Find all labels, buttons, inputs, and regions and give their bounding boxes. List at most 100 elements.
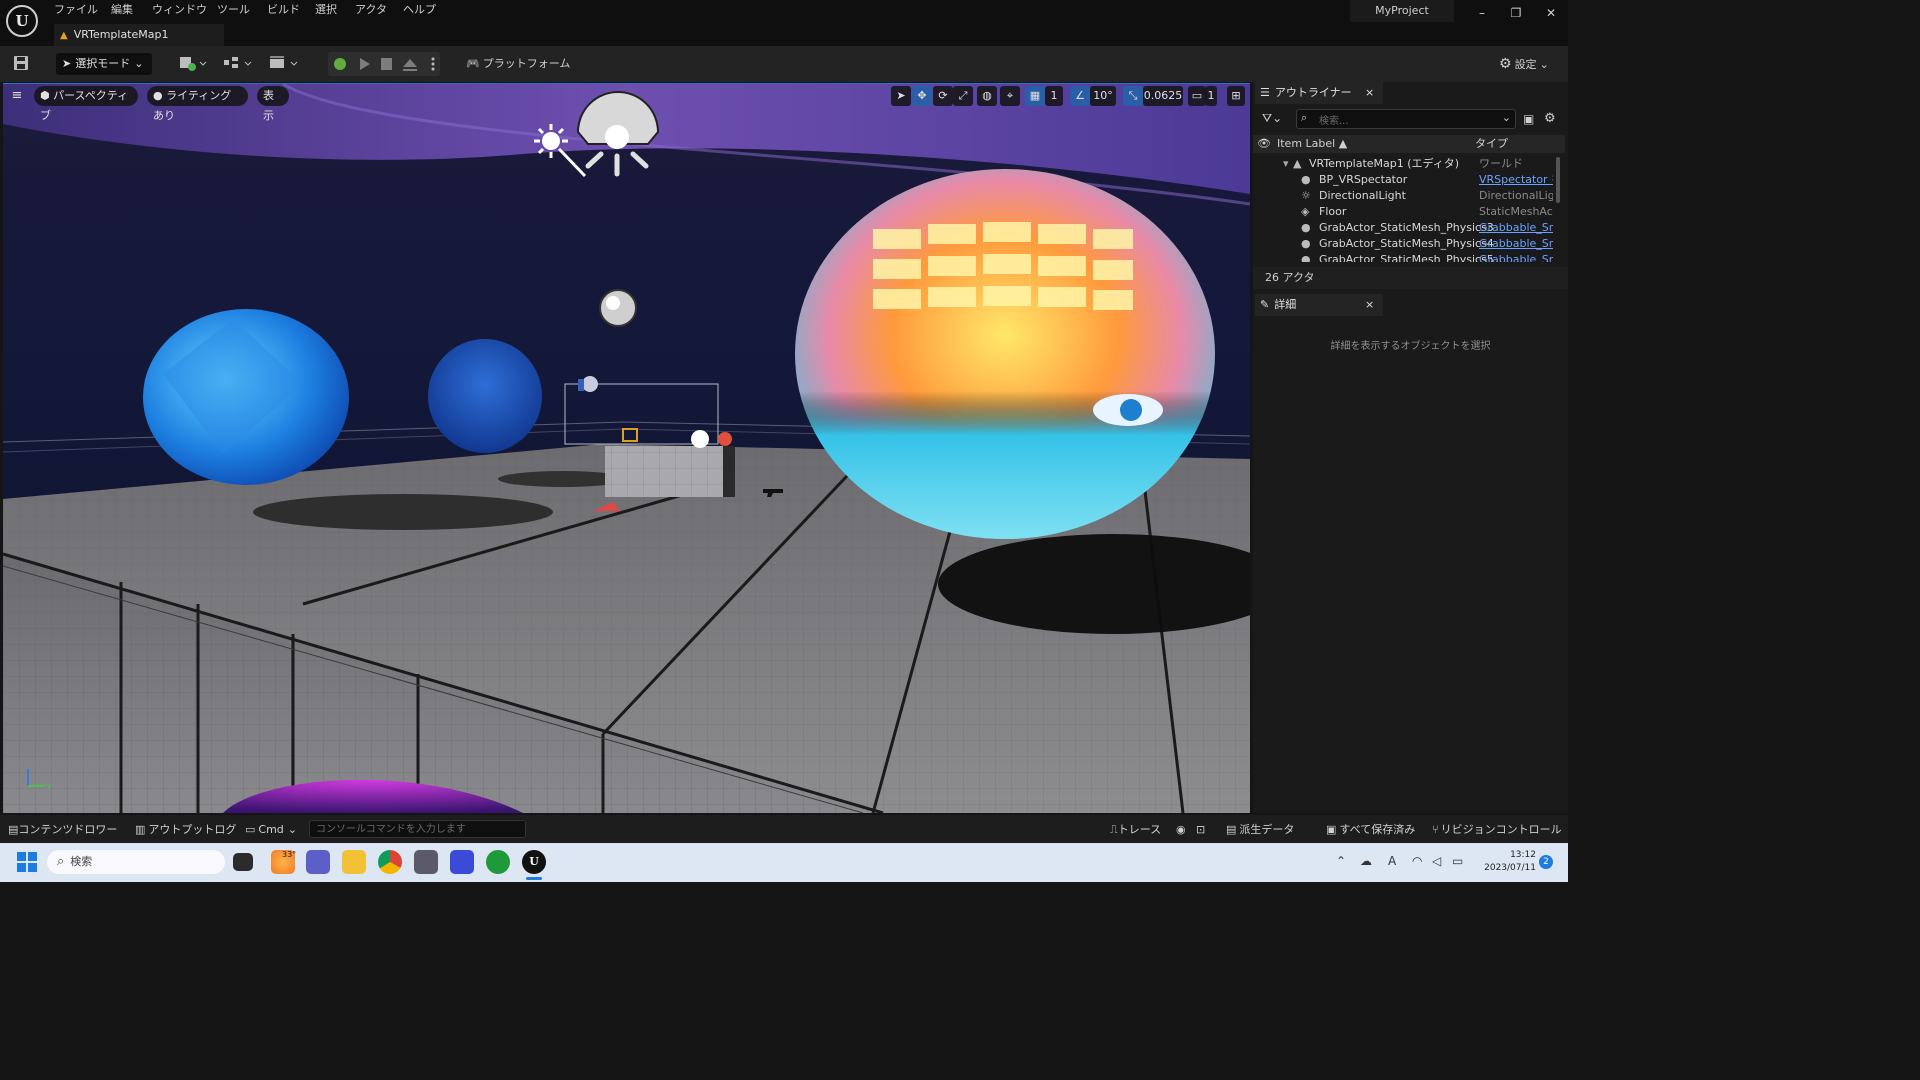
column-item-label[interactable]: Item Label ▲ <box>1277 135 1347 153</box>
filter-icon[interactable]: ⛛⌄ <box>1262 111 1282 126</box>
revision-control-button[interactable]: ⑂ リビジョンコントロール <box>1432 822 1562 838</box>
outliner-row[interactable]: ● GrabActor_StaticMesh_Physics4 Grabbabl… <box>1253 236 1553 252</box>
surface-snap-icon[interactable]: ⌖ <box>1000 86 1020 106</box>
grid-snap-value[interactable]: 1 <box>1045 86 1063 106</box>
content-drawer-icon: ▤ <box>8 823 19 836</box>
chrome-icon[interactable] <box>378 850 402 874</box>
selection-mode-dropdown[interactable]: ➤ 選択モード ⌄ <box>56 53 152 75</box>
select-tool-icon[interactable]: ➤ <box>891 86 911 106</box>
platform-dropdown[interactable]: 🎮プラットフォーム⌄ <box>466 53 574 92</box>
tab-details[interactable]: ✎ 詳細 × <box>1255 294 1383 316</box>
viewport-layout-icon[interactable]: ⊞ <box>1227 86 1245 106</box>
light-icon: ☼ <box>1301 189 1311 202</box>
world-space-icon[interactable]: ◍ <box>977 86 997 106</box>
outliner-row[interactable]: ● GrabActor_StaticMesh_Physics5 Grabbabl… <box>1253 252 1553 262</box>
trace-button[interactable]: ⎍トレース <box>1110 822 1161 838</box>
menu-window[interactable]: ウィンドウ <box>152 2 207 18</box>
windows-start-icon[interactable] <box>17 852 37 872</box>
cmd-dropdown[interactable]: ▭ Cmd ⌄ <box>245 822 297 838</box>
task-view-icon[interactable] <box>233 853 253 871</box>
scale-snap-value[interactable]: 0.0625 <box>1143 86 1183 106</box>
menu-actor[interactable]: アクタ <box>355 2 387 18</box>
view-mode-dropdown[interactable]: ● ライティングあり <box>147 86 248 122</box>
derived-data-button[interactable]: ▤ 派生データ <box>1226 822 1294 838</box>
tab-outliner[interactable]: ☰ アウトライナー × <box>1255 82 1383 104</box>
scale-snap-icon[interactable]: ⤡ <box>1123 86 1143 106</box>
menu-tools[interactable]: ツール <box>217 2 250 18</box>
row-type-link[interactable]: Grabbable_Sma <box>1479 220 1553 236</box>
wifi-icon[interactable]: ◠ <box>1412 854 1422 868</box>
rotate-tool-icon[interactable]: ⟳ <box>933 86 953 106</box>
xbox-icon[interactable] <box>486 850 510 874</box>
row-type-link[interactable]: VRSpectator を <box>1479 172 1553 188</box>
output-log-button[interactable]: ▥ アウトプットログ <box>135 822 236 838</box>
rotation-snap-value[interactable]: 10° <box>1090 86 1116 106</box>
perspective-dropdown[interactable]: ⬢ パースペクティブ <box>34 86 138 122</box>
outliner-row[interactable]: ☼ DirectionalLight DirectionalLight <box>1253 188 1553 204</box>
close-icon[interactable]: × <box>1365 294 1374 316</box>
onedrive-offline-icon[interactable]: ☁ <box>1360 854 1372 868</box>
menu-build[interactable]: ビルド <box>267 2 300 18</box>
viewport-options-menu-icon[interactable]: ≡ <box>8 88 26 104</box>
outliner-row[interactable]: ▾ ▲ VRTemplateMap1 (エディタ) ワールド <box>1253 156 1553 172</box>
record-icon[interactable]: ◉ <box>1176 822 1186 838</box>
rotation-snap-icon[interactable]: ∠ <box>1070 86 1090 106</box>
ime-indicator[interactable]: A <box>1388 854 1396 868</box>
column-type[interactable]: タイプ <box>1475 135 1508 153</box>
settings-label: 設定 <box>1514 58 1537 71</box>
unity-hub-icon[interactable] <box>414 850 438 874</box>
blueprint-button[interactable] <box>222 53 254 75</box>
grid-snap-icon[interactable]: ▦ <box>1025 86 1045 106</box>
row-type-link[interactable]: Grabbable_Sma <box>1479 236 1553 252</box>
tab-level-map[interactable]: ▲ VRTemplateMap1 <box>54 24 224 46</box>
notification-badge[interactable]: 2 <box>1539 855 1553 869</box>
eye-icon[interactable]: 👁 <box>1257 135 1271 153</box>
teams-icon[interactable] <box>306 850 330 874</box>
outliner-icon: ☰ <box>1260 86 1270 99</box>
menu-help[interactable]: ヘルプ <box>403 2 436 18</box>
menu-file[interactable]: ファイル <box>54 2 98 18</box>
scale-tool-icon[interactable]: ⤢ <box>953 86 973 106</box>
screenshot-icon[interactable]: ⊡ <box>1196 822 1205 838</box>
level-viewport[interactable] <box>3 84 1250 813</box>
outliner-search-input[interactable]: ⌕ 検索... ⌄ <box>1296 109 1516 129</box>
unreal-taskbar-icon[interactable]: U <box>522 850 546 874</box>
visual-studio-icon[interactable] <box>450 850 474 874</box>
show-dropdown[interactable]: 表示 <box>257 86 289 122</box>
camera-speed-value[interactable]: 1 <box>1205 86 1217 106</box>
pencil-icon: ✎ <box>1260 298 1270 311</box>
save-icon[interactable] <box>13 55 29 71</box>
restore-button[interactable]: ❐ <box>1501 4 1531 22</box>
console-command-input[interactable]: コンソールコマンドを入力します <box>309 820 526 838</box>
volume-icon[interactable]: ◁ <box>1432 854 1441 868</box>
row-label: GrabActor_StaticMesh_Physics4 <box>1319 237 1494 250</box>
battery-icon[interactable]: ▭ <box>1452 854 1463 868</box>
translate-tool-icon[interactable]: ✥ <box>912 86 932 106</box>
close-icon[interactable]: × <box>1365 82 1374 104</box>
outliner-scrollbar[interactable] <box>1556 157 1560 203</box>
menu-select[interactable]: 選択 <box>315 2 337 18</box>
row-type-link[interactable]: Grabbable_Sma <box>1479 252 1553 262</box>
settings-dropdown[interactable]: ⚙ 設定 ⌄ <box>1499 53 1561 75</box>
outliner-row[interactable]: ◈ Floor StaticMeshActo <box>1253 204 1553 220</box>
add-folder-icon[interactable]: ▣ <box>1523 112 1534 126</box>
actor-icon: ● <box>1301 237 1311 250</box>
save-all-button[interactable]: ▣ すべて保存済み <box>1326 822 1415 838</box>
gear-icon[interactable]: ⚙ <box>1544 111 1556 126</box>
taskbar-clock[interactable]: 13:12 2023/07/11 <box>1474 849 1536 875</box>
camera-speed-icon[interactable]: ▭ <box>1188 86 1206 106</box>
row-label: GrabActor_StaticMesh_Physics5 <box>1319 253 1494 262</box>
taskbar-search[interactable]: ⌕ 検索 <box>47 850 225 874</box>
cinematics-button[interactable] <box>268 53 300 75</box>
outliner-row[interactable]: ● GrabActor_StaticMesh_Physics3 Grabbabl… <box>1253 220 1553 236</box>
file-explorer-icon[interactable] <box>342 850 366 874</box>
outliner-row[interactable]: ● BP_VRSpectator VRSpectator を <box>1253 172 1553 188</box>
content-drawer-button[interactable]: ▤コンテンツドロワー <box>8 822 117 838</box>
tray-overflow-icon[interactable]: ⌃ <box>1336 854 1346 868</box>
add-actor-button[interactable] <box>178 53 208 75</box>
minimize-button[interactable]: – <box>1467 4 1497 22</box>
actor-icon: ● <box>1301 221 1311 234</box>
close-window-button[interactable]: ✕ <box>1536 4 1566 22</box>
menu-edit[interactable]: 編集 <box>111 2 133 18</box>
unreal-logo-icon[interactable]: U <box>6 5 38 37</box>
